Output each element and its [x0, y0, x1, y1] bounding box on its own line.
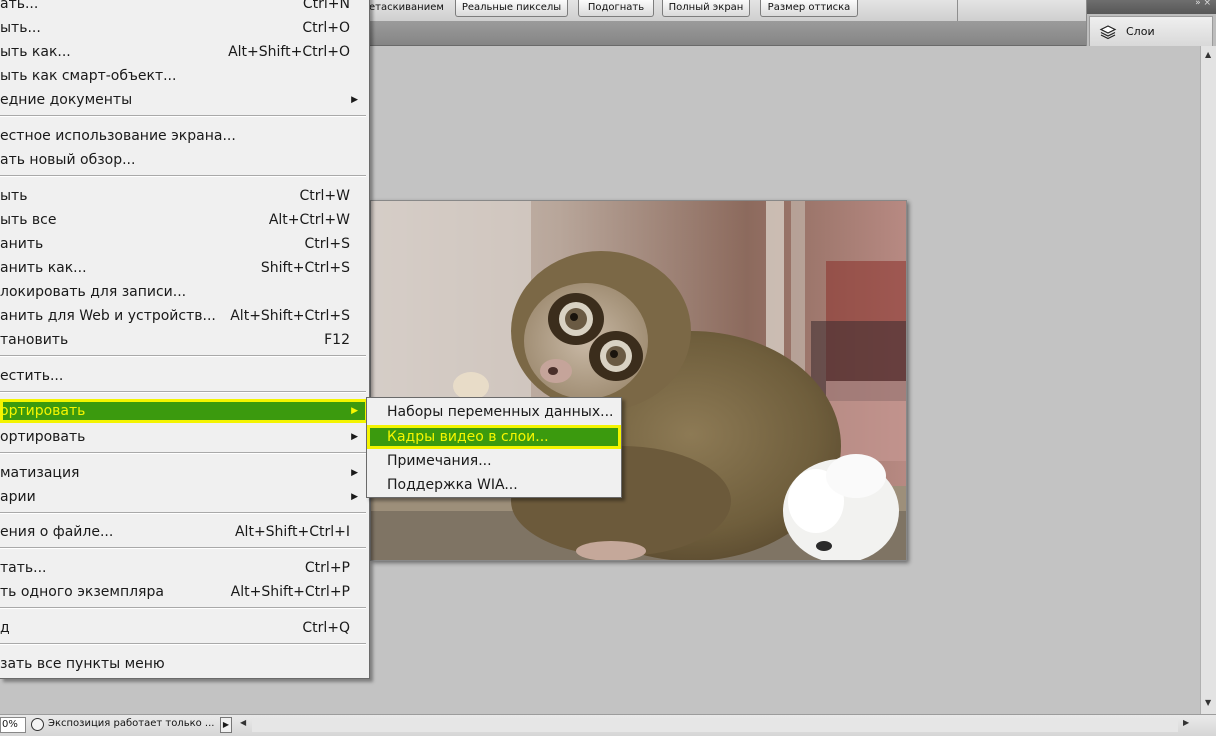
panel-dock-header[interactable]: » × — [1087, 0, 1216, 14]
status-menu-arrow[interactable]: ▶ — [220, 717, 232, 733]
menu-item-place[interactable]: естить... — [0, 364, 368, 388]
menu-item-export[interactable]: ортировать ▶ — [0, 425, 368, 449]
document-image[interactable] — [370, 200, 907, 561]
menu-separator — [0, 115, 366, 117]
layers-panel-label: Слои — [1126, 25, 1155, 38]
menu-item-scripts[interactable]: арии ▶ — [0, 485, 368, 509]
menu-item-file-info[interactable]: ения о файле... Alt+Shift+Ctrl+I — [0, 520, 368, 544]
menu-separator — [0, 175, 366, 177]
toolbar-divider — [957, 0, 958, 21]
menu-item-show-all-menu-items[interactable]: зать все пункты меню — [0, 652, 368, 676]
status-bar: 0% Экспозиция работает только ... ▶ ◀ ▶ — [0, 714, 1216, 736]
menu-item-save-for-web[interactable]: анить для Web и устройств... Alt+Shift+C… — [0, 304, 368, 328]
horizontal-scrollbar[interactable] — [252, 718, 1178, 732]
scroll-down-icon[interactable]: ▼ — [1205, 698, 1211, 707]
scroll-up-icon[interactable]: ▲ — [1205, 50, 1211, 59]
menu-item-close[interactable]: ыть Ctrl+W — [0, 184, 368, 208]
submenu-item-video-frames-to-layers[interactable]: Кадры видео в слои... — [367, 425, 621, 449]
submenu-item-wia-support[interactable]: Поддержка WIA... — [367, 473, 621, 497]
menu-item-new-review[interactable]: ать новый обзор... — [0, 148, 368, 172]
menu-separator — [0, 512, 366, 514]
menu-item-open[interactable]: ыть... Ctrl+O — [0, 16, 368, 40]
menu-item-open-as-smart-object[interactable]: ыть как смарт-объект... — [0, 64, 368, 88]
menu-item-new[interactable]: ать... Ctrl+N — [0, 0, 368, 16]
print-size-button[interactable]: Размер оттиска — [760, 0, 858, 17]
scroll-drag-option-label[interactable]: етаскиванием — [369, 0, 444, 17]
menu-separator — [0, 607, 366, 609]
submenu-arrow-icon: ▶ — [351, 492, 358, 502]
menu-item-share-screen[interactable]: естное использование экрана... — [0, 124, 368, 148]
menu-separator — [0, 452, 366, 454]
menu-item-import[interactable]: ортировать ▶ — [0, 399, 368, 423]
actual-pixels-button[interactable]: Реальные пикселы — [455, 0, 568, 17]
panel-dock: » × Слои — [1086, 0, 1216, 52]
layers-icon — [1099, 25, 1117, 40]
menu-item-print-one-copy[interactable]: ть одного экземпляра Alt+Shift+Ctrl+P — [0, 580, 368, 604]
menu-item-save[interactable]: анить Ctrl+S — [0, 232, 368, 256]
status-info-text: Экспозиция работает только ... — [48, 718, 215, 729]
layers-panel-button[interactable]: Слои — [1089, 16, 1213, 48]
menu-item-revert[interactable]: тановить F12 — [0, 328, 368, 352]
menu-separator — [0, 643, 366, 645]
submenu-item-notes[interactable]: Примечания... — [367, 449, 621, 473]
fit-screen-button[interactable]: Подогнать — [578, 0, 654, 17]
menu-item-exit[interactable]: д Ctrl+Q — [0, 616, 368, 640]
menu-item-save-as[interactable]: анить как... Shift+Ctrl+S — [0, 256, 368, 280]
menu-item-print[interactable]: тать... Ctrl+P — [0, 556, 368, 580]
menu-separator — [0, 547, 366, 549]
menu-item-open-as[interactable]: ыть как... Alt+Shift+Ctrl+O — [0, 40, 368, 64]
submenu-item-variable-data-sets[interactable]: Наборы переменных данных... — [367, 400, 621, 424]
scroll-left-icon[interactable]: ◀ — [240, 718, 246, 727]
full-screen-button[interactable]: Полный экран — [662, 0, 750, 17]
submenu-arrow-icon: ▶ — [351, 95, 358, 105]
collapse-icon[interactable]: » × — [1195, 0, 1211, 8]
menu-item-recent-documents[interactable]: едние документы ▶ — [0, 88, 368, 112]
menu-item-check-in[interactable]: локировать для записи... — [0, 280, 368, 304]
slow-loris-photo — [371, 201, 906, 560]
file-menu: ать... Ctrl+N ыть... Ctrl+O ыть как... A… — [0, 0, 370, 679]
scroll-right-icon[interactable]: ▶ — [1183, 718, 1189, 727]
submenu-arrow-icon: ▶ — [351, 432, 358, 442]
submenu-arrow-icon: ▶ — [351, 406, 358, 416]
menu-item-automate[interactable]: матизация ▶ — [0, 461, 368, 485]
menu-item-close-all[interactable]: ыть все Alt+Ctrl+W — [0, 208, 368, 232]
vertical-scrollbar[interactable]: ▲ ▼ — [1200, 46, 1216, 714]
import-submenu: Наборы переменных данных... Кадры видео … — [366, 397, 622, 498]
menu-separator — [0, 391, 366, 393]
exposure-warning-icon — [31, 718, 44, 731]
zoom-level-field[interactable]: 0% — [0, 717, 26, 733]
menu-separator — [0, 355, 366, 357]
submenu-arrow-icon: ▶ — [351, 468, 358, 478]
